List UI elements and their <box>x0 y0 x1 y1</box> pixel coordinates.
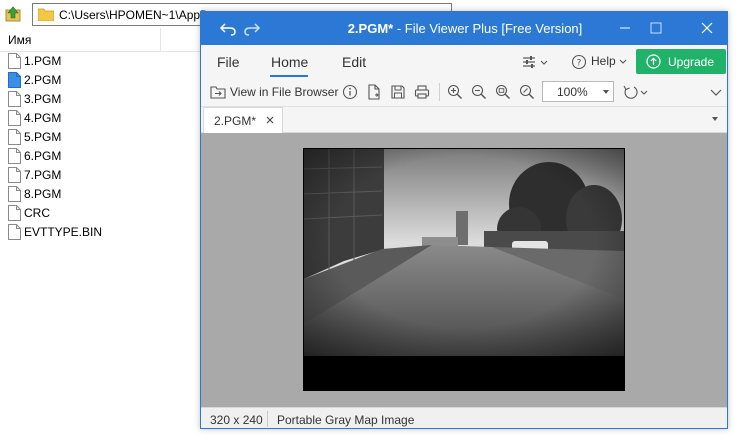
document-tab-strip: 2.PGM* <box>201 107 727 133</box>
file-list-item[interactable]: CRC <box>6 204 196 223</box>
zoom-out-icon[interactable] <box>470 83 488 101</box>
file-name: 6.PGM <box>24 149 62 163</box>
window-title-file: 2.PGM* <box>347 21 394 36</box>
title-bar[interactable]: 2.PGM* - File Viewer Plus [Free Version] <box>201 12 727 45</box>
file-name: 8.PGM <box>24 187 62 201</box>
maximize-icon[interactable] <box>644 17 668 39</box>
window-title-app: - File Viewer Plus [Free Version] <box>393 21 583 36</box>
file-list-item[interactable]: 4.PGM <box>6 109 196 128</box>
file-icon <box>8 205 21 221</box>
zoom-in-icon[interactable] <box>446 83 464 101</box>
file-type: Portable Gray Map Image <box>277 413 415 427</box>
status-divider <box>267 411 268 427</box>
file-name: 7.PGM <box>24 168 62 182</box>
file-list-item[interactable]: 8.PGM <box>6 185 196 204</box>
zoom-actual-size-icon[interactable] <box>518 83 536 101</box>
svg-text:?: ? <box>577 59 582 69</box>
file-list-item[interactable]: 3.PGM <box>6 90 196 109</box>
help-button[interactable]: ? Help <box>569 53 629 71</box>
upgrade-arrow-icon <box>646 54 661 69</box>
up-folder-icon[interactable] <box>4 5 22 23</box>
tab-list-dropdown-icon[interactable] <box>712 117 718 121</box>
column-header[interactable]: Имя <box>0 28 200 52</box>
tab-home[interactable]: Home <box>271 54 308 70</box>
column-divider[interactable] <box>160 28 161 52</box>
file-name: 3.PGM <box>24 92 62 106</box>
status-bar: 320 x 240 Portable Gray Map Image <box>201 407 727 428</box>
file-name: 5.PGM <box>24 130 62 144</box>
file-icon <box>8 72 21 88</box>
file-icon <box>8 53 21 69</box>
file-icon <box>8 224 21 240</box>
tab-file[interactable]: File <box>217 54 240 70</box>
help-label: Help <box>591 54 616 68</box>
document-tab[interactable]: 2.PGM* <box>203 107 283 133</box>
close-icon[interactable] <box>695 17 719 39</box>
info-icon[interactable] <box>341 83 359 101</box>
save-icon[interactable] <box>389 83 407 101</box>
file-list-item[interactable]: 1.PGM <box>6 52 196 71</box>
file-viewer-window: 2.PGM* - File Viewer Plus [Free Version]… <box>200 11 728 429</box>
print-icon[interactable] <box>413 83 431 101</box>
file-list-item[interactable]: 5.PGM <box>6 128 196 147</box>
view-in-file-browser-button[interactable]: View in File Browser <box>209 82 339 102</box>
folder-icon <box>38 8 54 21</box>
view-in-file-browser-label: View in File Browser <box>230 85 339 99</box>
tab-edit[interactable]: Edit <box>342 54 366 70</box>
menu-bar: File Home Edit ? Help Upgrade <box>201 45 727 77</box>
document-tab-label: 2.PGM* <box>214 114 257 128</box>
file-list-item[interactable]: 6.PGM <box>6 147 196 166</box>
file-name: 4.PGM <box>24 111 62 125</box>
folder-arrow-icon <box>210 86 226 99</box>
toolbar-divider <box>439 83 440 101</box>
file-icon <box>8 186 21 202</box>
open-file-icon[interactable] <box>365 83 383 101</box>
file-name: 1.PGM <box>24 54 62 68</box>
file-icon <box>8 129 21 145</box>
pgm-image <box>303 148 625 391</box>
help-icon: ? <box>571 54 587 70</box>
zoom-level-value: 100% <box>557 85 588 99</box>
address-path: C:\Users\HPOMEN~1\AppD <box>59 8 209 22</box>
grayscale-road-photo <box>304 149 624 390</box>
minimize-icon[interactable] <box>613 17 637 39</box>
file-list-item[interactable]: EVTTYPE.BIN <box>6 223 196 242</box>
file-list-item[interactable]: 2.PGM <box>6 71 196 90</box>
image-dimensions: 320 x 240 <box>210 413 263 427</box>
upgrade-button[interactable]: Upgrade <box>636 49 726 74</box>
file-name: 2.PGM <box>24 73 62 87</box>
file-name: EVTTYPE.BIN <box>24 225 103 239</box>
column-name-label: Имя <box>8 33 32 47</box>
zoom-level-select[interactable]: 100% <box>542 81 614 102</box>
toolbar: View in File Browser 100% <box>201 77 727 107</box>
file-list-item[interactable]: 7.PGM <box>6 166 196 185</box>
collapse-ribbon-icon[interactable] <box>709 85 723 99</box>
rotate-icon[interactable] <box>621 83 653 101</box>
file-icon <box>8 148 21 164</box>
file-icon <box>8 91 21 107</box>
file-name: CRC <box>24 206 50 220</box>
settings-sliders-icon[interactable] <box>521 53 551 71</box>
upgrade-label: Upgrade <box>668 55 715 69</box>
chevron-down-icon <box>619 59 627 64</box>
image-viewport[interactable] <box>201 133 727 407</box>
zoom-fit-icon[interactable] <box>494 83 512 101</box>
file-icon <box>8 110 21 126</box>
dropdown-arrow-icon <box>603 90 609 94</box>
file-icon <box>8 167 21 183</box>
close-tab-icon[interactable] <box>264 114 276 126</box>
